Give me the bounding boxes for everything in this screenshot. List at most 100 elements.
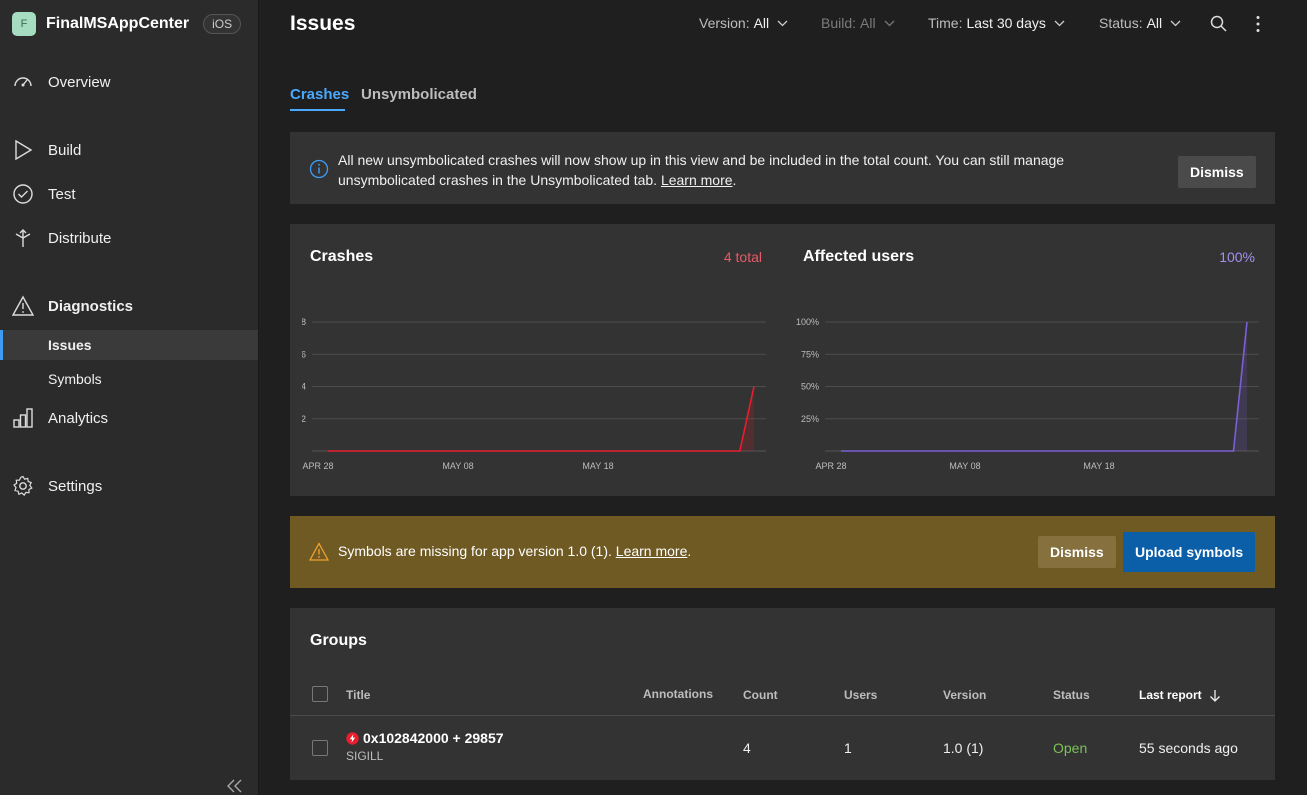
sidebar-item-settings[interactable]: Settings (0, 471, 258, 501)
data-point (668, 450, 670, 452)
column-header-version[interactable]: Version (943, 688, 986, 702)
dismiss-warning-button[interactable]: Dismiss (1038, 536, 1116, 568)
app-name: FinalMSAppCenter (46, 15, 190, 32)
data-point (989, 450, 991, 452)
tab-unsymbolicated[interactable]: Unsymbolicated (361, 86, 477, 103)
data-point (455, 450, 457, 452)
row-checkbox[interactable] (312, 740, 328, 756)
sidebar-item-label: Settings (48, 477, 103, 495)
data-point (441, 450, 443, 452)
data-point (1233, 450, 1235, 452)
sidebar-item-label: Overview (48, 73, 111, 91)
learn-more-link[interactable]: Learn more (661, 172, 733, 188)
crash-signal: SIGILL (346, 749, 384, 763)
select-all-checkbox[interactable] (312, 686, 328, 702)
collapse-sidebar-icon[interactable] (224, 776, 246, 795)
warning-banner-text: Symbols are missing for app version 1.0 … (338, 543, 691, 559)
platform-badge: iOS (203, 14, 242, 34)
warning-banner: Symbols are missing for app version 1.0 … (290, 516, 1275, 588)
page-title: Issues (290, 12, 356, 35)
y-tick-label: 6 (302, 349, 306, 359)
crash-title-text: 0x102842000 + 29857 (363, 730, 504, 746)
users-chart-title: Affected users (803, 248, 915, 265)
y-tick-label: 4 (302, 382, 306, 392)
column-header-label: Last report (1139, 688, 1202, 702)
crash-title: 0x102842000 + 29857 (346, 730, 504, 746)
data-point (483, 450, 485, 452)
sidebar-item-diagnostics[interactable]: Diagnostics (0, 291, 258, 321)
learn-more-link[interactable]: Learn more (616, 543, 688, 559)
column-header-title[interactable]: Title (346, 688, 370, 702)
data-point (625, 450, 627, 452)
chevron-down-icon (884, 20, 895, 26)
data-point (962, 450, 964, 452)
search-icon[interactable] (1209, 14, 1229, 34)
upload-symbols-button[interactable]: Upload symbols (1123, 532, 1256, 572)
x-tick-label: APR 28 (302, 461, 333, 471)
build-filter[interactable]: Build: All (821, 15, 895, 31)
time-filter[interactable]: Time: Last 30 days (928, 15, 1065, 31)
column-header-last-report[interactable]: Last report (1139, 688, 1221, 702)
bar-chart-icon (11, 406, 35, 430)
data-point (1084, 450, 1086, 452)
sidebar: F FinalMSAppCenter iOS Overview Build Te… (0, 0, 259, 795)
data-point (1043, 450, 1045, 452)
data-point (583, 450, 585, 452)
data-point (1206, 450, 1208, 452)
crashes-chart-title: Crashes (310, 248, 374, 265)
affected-users-chart: 25% 50% 75% 100% APR 28 MAY 08 MAY 18 (796, 317, 1259, 471)
version-filter[interactable]: Version: All (699, 15, 788, 31)
data-point (569, 450, 571, 452)
dismiss-info-button[interactable]: Dismiss (1178, 156, 1256, 188)
data-point (427, 450, 429, 452)
y-tick-label: 8 (302, 317, 306, 327)
data-point (597, 450, 599, 452)
data-point (1097, 450, 1099, 452)
sidebar-item-overview[interactable]: Overview (0, 67, 258, 97)
sidebar-item-analytics[interactable]: Analytics (0, 403, 258, 433)
more-options-icon[interactable] (1248, 14, 1268, 34)
sidebar-item-distribute[interactable]: Distribute (0, 223, 258, 253)
data-point (341, 450, 343, 452)
app-header[interactable]: F FinalMSAppCenter iOS (12, 12, 242, 36)
distribute-icon (11, 226, 35, 250)
data-point (881, 450, 883, 452)
data-point (1179, 450, 1181, 452)
filter-label: Build: (821, 15, 857, 31)
filter-value: Last 30 days (966, 15, 1046, 31)
sidebar-item-build[interactable]: Build (0, 135, 258, 165)
data-point (1152, 450, 1154, 452)
chevron-down-icon (777, 20, 788, 26)
data-point (867, 450, 869, 452)
warning-icon (308, 542, 330, 565)
data-point (725, 450, 727, 452)
status-filter[interactable]: Status: All (1099, 15, 1181, 31)
sidebar-item-symbols[interactable]: Symbols (0, 364, 258, 394)
app-avatar: F (12, 12, 36, 36)
data-point (356, 450, 358, 452)
table-row[interactable]: 0x102842000 + 29857 SIGILL 4 1 1.0 (1) O… (290, 716, 1275, 780)
sidebar-item-label: Analytics (48, 409, 109, 427)
x-tick-label: MAY 18 (582, 461, 613, 471)
column-header-status[interactable]: Status (1053, 688, 1090, 702)
sidebar-item-test[interactable]: Test (0, 179, 258, 209)
column-header-users[interactable]: Users (844, 688, 877, 702)
info-banner: All new unsymbolicated crashes will now … (290, 132, 1275, 204)
data-point (976, 450, 978, 452)
tab-crashes[interactable]: Crashes (290, 86, 349, 103)
data-point (894, 450, 896, 452)
data-point (696, 450, 698, 452)
info-icon (309, 159, 329, 182)
sidebar-item-label: Test (48, 185, 76, 203)
data-point (1124, 450, 1126, 452)
data-point (1138, 450, 1140, 452)
active-tab-indicator (290, 109, 345, 111)
sidebar-item-issues[interactable]: Issues (0, 330, 258, 360)
y-tick-label: 50% (801, 382, 819, 392)
data-point (840, 450, 842, 452)
column-header-count[interactable]: Count (743, 688, 778, 702)
data-point (554, 450, 556, 452)
x-tick-label: MAY 08 (442, 461, 473, 471)
data-point (512, 450, 514, 452)
data-point (611, 450, 613, 452)
